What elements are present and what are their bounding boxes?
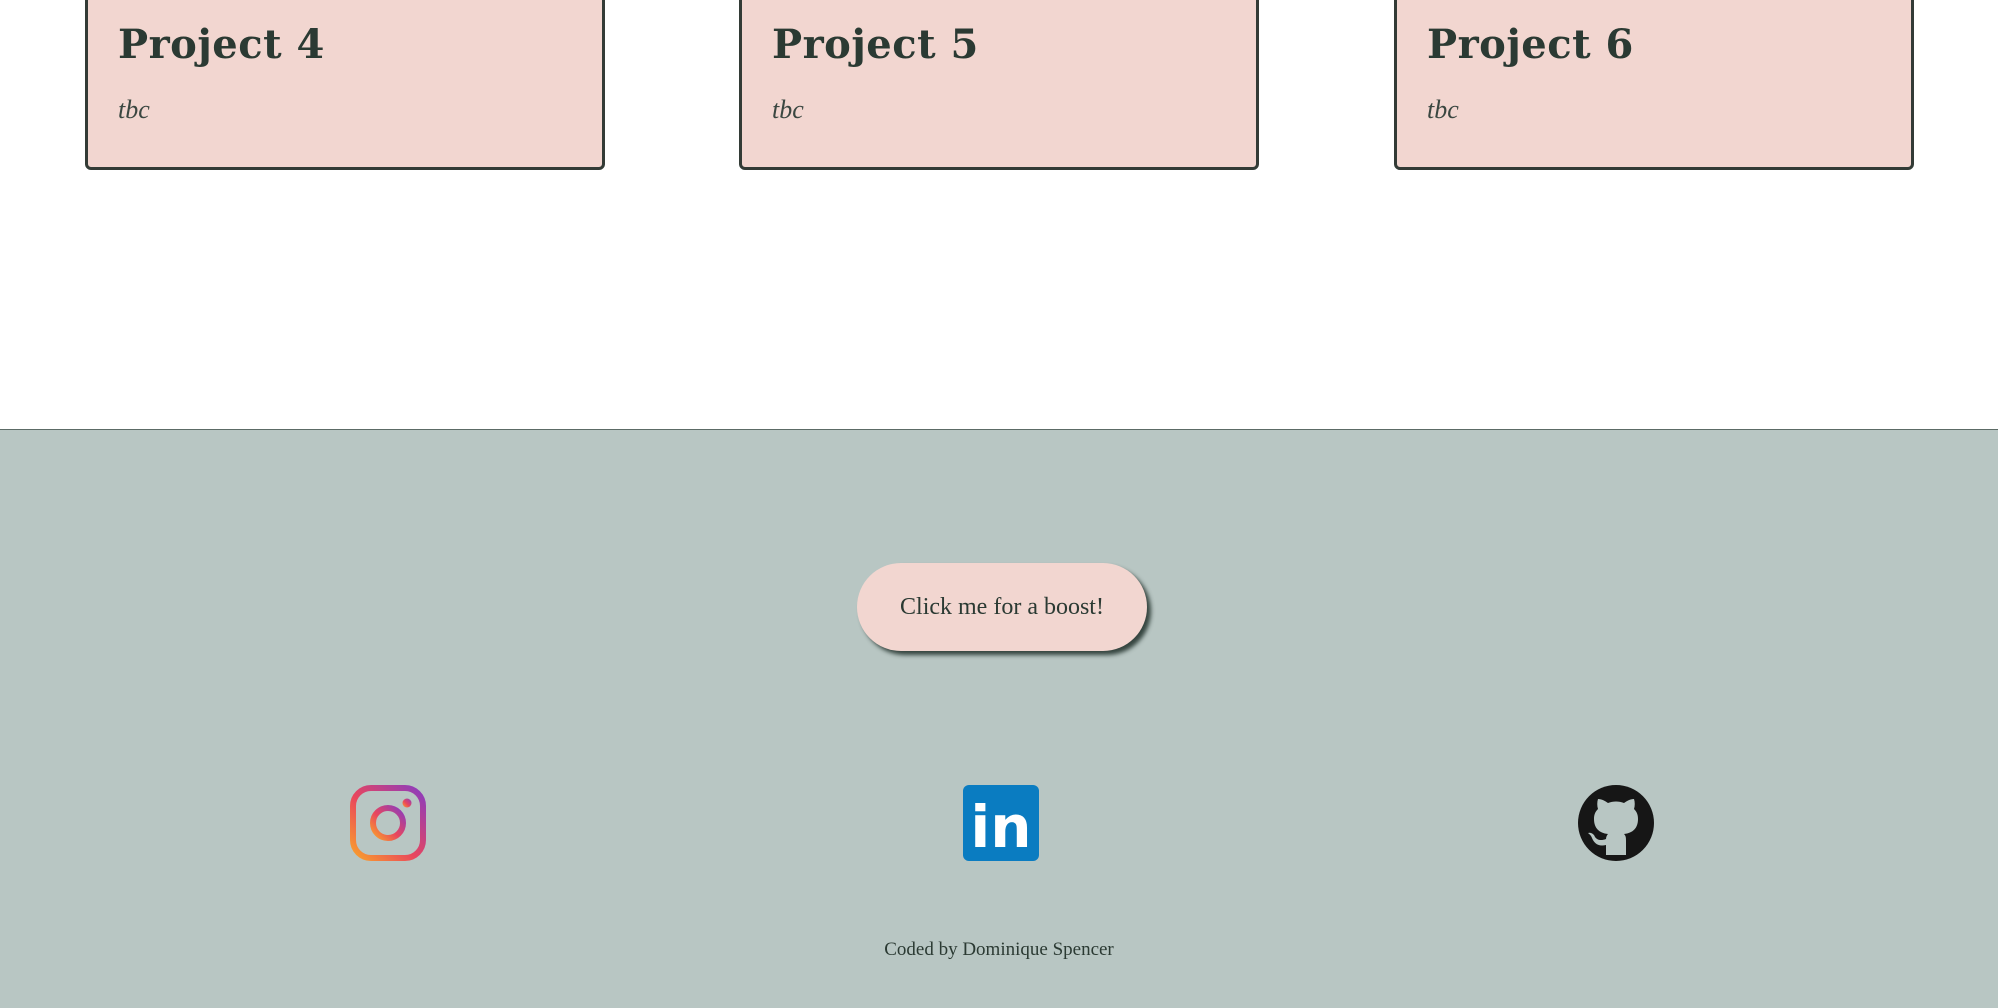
linkedin-link[interactable]: in	[963, 785, 1039, 861]
project-card-6[interactable]: Project 6 tbc	[1394, 0, 1914, 170]
project-description: tbc	[1427, 95, 1459, 124]
project-description: tbc	[772, 95, 804, 124]
project-title: Project 4	[118, 21, 325, 68]
github-link[interactable]	[1578, 785, 1654, 861]
project-card-4[interactable]: Project 4 tbc	[85, 0, 605, 170]
project-card-5[interactable]: Project 5 tbc	[739, 0, 1259, 170]
linkedin-icon: in	[963, 785, 1039, 861]
project-description: tbc	[118, 95, 150, 124]
boost-button[interactable]: Click me for a boost!	[857, 563, 1147, 651]
footer: Click me for a boost! in Coded by Domini…	[0, 429, 1998, 1008]
projects-section: Project 4 tbc Project 5 tbc Project 6 tb…	[0, 0, 1998, 429]
credit-text: Coded by Dominique Spencer	[884, 939, 1114, 960]
instagram-link[interactable]	[350, 785, 426, 861]
project-title: Project 6	[1427, 21, 1634, 68]
instagram-icon	[350, 785, 426, 861]
project-title: Project 5	[772, 21, 979, 68]
github-icon	[1578, 785, 1654, 861]
svg-text:in: in	[970, 793, 1031, 861]
